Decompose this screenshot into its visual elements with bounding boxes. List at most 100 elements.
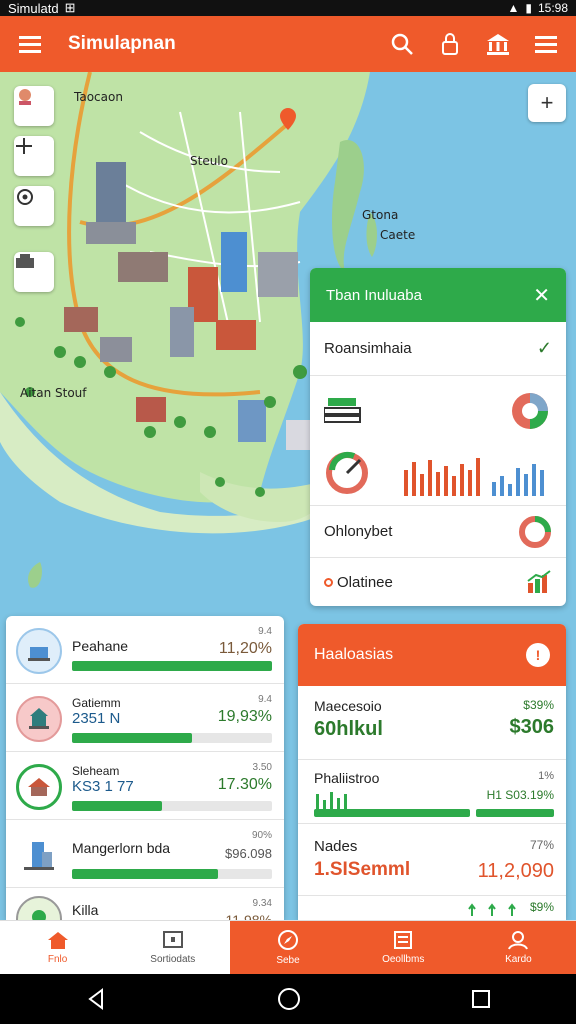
tab-label: Sebe: [276, 955, 300, 966]
stat-percent: 19,93%: [217, 708, 272, 725]
bar-chart-icon: [404, 457, 544, 496]
stat-small-value: 90%: [251, 830, 272, 841]
finance-row-small: $9%: [529, 900, 554, 914]
overview-panel-header: Tban Inuluaba ✕: [310, 268, 566, 322]
app-title: Simulapnan: [68, 33, 176, 54]
layers-button[interactable]: [14, 252, 54, 292]
overview-row-label: Ohlonybet: [324, 523, 393, 540]
trend-chart-icon: [527, 570, 551, 593]
gauge-icon: [326, 451, 368, 494]
temple-avatar-icon: [16, 696, 62, 742]
finance-row-label: Maecesoio: [314, 698, 382, 714]
clock-label: 15:98: [537, 1, 568, 15]
finance-row-label: Nades: [314, 838, 358, 855]
stat-row[interactable]: Peahane 9.4 11,20%: [6, 616, 284, 684]
park-avatar-icon: [16, 896, 62, 920]
pie-chart-icon: [512, 392, 548, 429]
finance-row-value: $306: [509, 716, 555, 738]
status-dot-icon: [324, 577, 333, 587]
back-icon[interactable]: [84, 987, 108, 1011]
finance-panel-header: Haaloasias !: [298, 624, 566, 686]
stat-percent: 17.30%: [217, 776, 272, 793]
location-pin-button[interactable]: [14, 86, 54, 126]
stat-small-value: 3.50: [252, 762, 272, 773]
lock-icon[interactable]: [432, 26, 468, 62]
tower-avatar-icon: [16, 832, 62, 878]
overview-row[interactable]: Olatinee: [310, 558, 566, 606]
status-bar: Simulatd ⊞ ▲ ▮ 15:98: [0, 0, 576, 16]
tab-active[interactable]: Sebe: [230, 921, 346, 974]
overview-chart-row: [310, 376, 566, 506]
finance-progress-bar: [476, 809, 554, 817]
carrier-label: Simulatd: [8, 0, 59, 16]
search-icon[interactable]: [384, 26, 420, 62]
locate-me-button[interactable]: [14, 186, 54, 226]
stat-progress-fill: [72, 733, 192, 743]
stat-value: $96.098: [225, 846, 272, 861]
stat-row[interactable]: Killa 9.34 11.98%: [6, 888, 284, 920]
growth-markers-icon: [468, 903, 516, 916]
tab-label: Kardo: [505, 954, 532, 965]
stats-panel: Peahane 9.4 11,20% Gatiemm 2351 N 9.4 19…: [6, 616, 284, 920]
report-icon: [394, 931, 413, 949]
overview-row-label: Olatinee: [337, 573, 393, 591]
profile-icon: [508, 931, 529, 950]
notification-icon: ⊞: [64, 0, 76, 15]
overview-panel-title: Tban Inuluaba: [326, 286, 422, 304]
stat-progress-bar: [72, 661, 272, 671]
finance-row-value: H1 S03.19%: [486, 788, 554, 802]
finance-row[interactable]: Phaliistroo 1% H1 S03.19%: [298, 760, 566, 824]
add-button[interactable]: +: [528, 84, 566, 122]
stat-progress-bar: [72, 869, 272, 879]
tab-statistics[interactable]: Sortiodats: [115, 921, 230, 974]
stat-row[interactable]: Gatiemm 2351 N 9.4 19,93%: [6, 684, 284, 752]
finance-row[interactable]: Maecesoio 60hlkul $39% $306: [298, 686, 566, 760]
tab-label: Oeollbms: [382, 954, 425, 965]
stat-row[interactable]: Mangerlorn bda 90% $96.098: [6, 820, 284, 888]
finance-row: $9%: [298, 896, 566, 920]
finance-row-small: 77%: [529, 838, 554, 852]
stat-row[interactable]: Sleheam KS3 1 77 3.50 17.30%: [6, 752, 284, 820]
bank-icon[interactable]: [480, 26, 516, 62]
mini-bar-chart-icon: [316, 792, 347, 810]
stat-progress-fill: [72, 801, 162, 811]
home-circle-icon[interactable]: [276, 986, 302, 1012]
map-label: Gtona: [362, 208, 399, 222]
tab-reports[interactable]: Oeollbms: [345, 921, 461, 974]
map-label: Steulo: [190, 154, 228, 168]
bottom-navigation: Fnlo Sortiodats Sebe Oeollbms Kardo: [0, 920, 576, 974]
overview-row[interactable]: Ohlonybet: [310, 506, 566, 558]
document-icon: [162, 931, 183, 948]
menu-icon[interactable]: [12, 26, 48, 62]
zoom-crosshair-button[interactable]: [14, 136, 54, 176]
list-menu-icon[interactable]: [528, 26, 564, 62]
recents-icon[interactable]: [470, 988, 492, 1010]
tab-profile[interactable]: Kardo: [460, 921, 576, 974]
home-icon: [47, 932, 68, 949]
map-label: Caete: [380, 228, 416, 242]
map-label: Taocaon: [74, 90, 123, 104]
stat-progress-bar: [72, 801, 272, 811]
stat-progress-bar: [72, 733, 272, 743]
app-bar: Simulapnan: [0, 16, 576, 72]
finance-row[interactable]: Nades 1.SISemml 77% 11,2,090: [298, 824, 566, 896]
finance-row-label: Phaliistroo: [314, 770, 380, 786]
stat-progress-fill: [72, 661, 272, 671]
tab-label: Fnlo: [47, 954, 68, 965]
overview-row[interactable]: Roansimhaia ✓: [310, 322, 566, 376]
tab-label: Sortiodats: [150, 954, 196, 965]
check-icon: ✓: [536, 338, 552, 358]
stat-percent: 11,20%: [218, 640, 272, 657]
overview-panel: Tban Inuluaba ✕ Roansimhaia ✓ Ohlonybet: [310, 268, 566, 606]
map-label: Aitan Stouf: [20, 386, 87, 400]
stat-small-value: 9.4: [258, 626, 272, 637]
close-icon[interactable]: ✕: [533, 283, 550, 308]
info-icon[interactable]: !: [526, 643, 550, 667]
tab-home[interactable]: Fnlo: [0, 921, 115, 974]
stat-percent: 11.98%: [225, 912, 272, 920]
finance-progress-bar: [314, 809, 470, 817]
ledger-icon: [324, 397, 361, 423]
finance-panel: Haaloasias ! Maecesoio 60hlkul $39% $306…: [298, 624, 566, 920]
signal-icon: ▲: [507, 1, 520, 15]
stat-progress-fill: [72, 869, 218, 879]
